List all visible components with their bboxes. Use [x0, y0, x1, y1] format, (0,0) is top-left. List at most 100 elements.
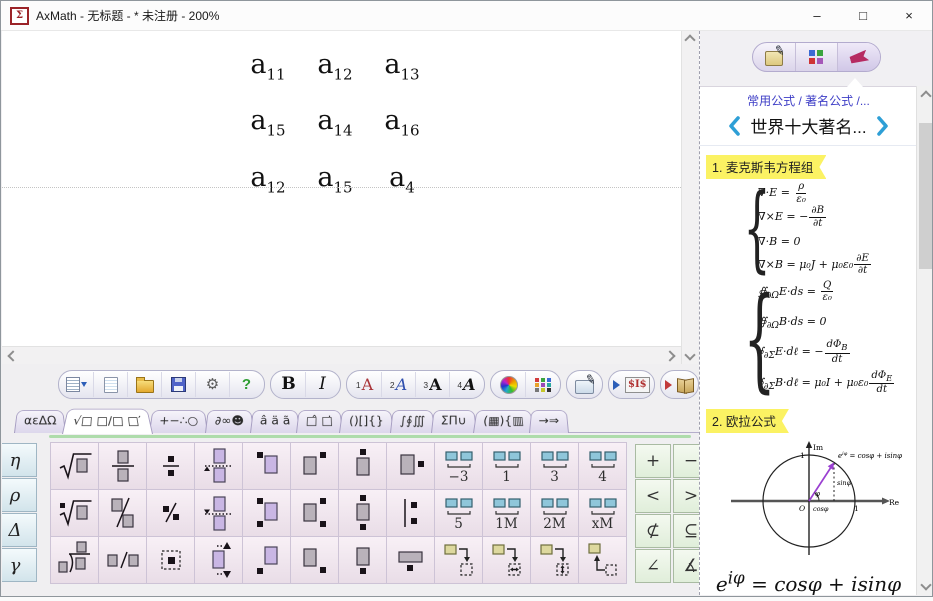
symbol-not-subset[interactable]: ⊄ [635, 514, 671, 548]
save-button[interactable] [162, 372, 196, 397]
tab-arrows[interactable]: →⇒ [529, 410, 569, 433]
tab-integrals[interactable]: ∫∮∭ [390, 410, 435, 433]
matrix-cell[interactable]: a14 [313, 105, 357, 146]
tab-big-operators[interactable]: ΣΠ∪ [431, 410, 477, 433]
maxwell-differential-equations[interactable]: {∇·E = ρε₀∇×E = −∂B∂t∇·B = 0∇×B = μ₀J + … [744, 181, 917, 277]
canvas-horizontal-scrollbar[interactable] [2, 346, 681, 364]
italic-button[interactable]: I [306, 372, 339, 397]
prev-collection-button[interactable] [728, 116, 741, 136]
tab-accents[interactable]: â ä ã [250, 410, 300, 433]
palette-cell-stack-below[interactable] [194, 489, 243, 537]
palette-cell-ref-hfit[interactable] [482, 536, 531, 584]
palette-cell-sqrt[interactable] [50, 442, 99, 490]
maxwell-integral-equations[interactable]: {∯∂ΩE·ds = Qε₀∯∂ΩB·ds = 0∮∂ΣE·dℓ = −dΦBd… [744, 279, 917, 400]
panel-scroll-down-icon[interactable] [920, 579, 931, 590]
palette-cell-spacing-1M[interactable]: 1M [482, 489, 531, 537]
palette-cell-small-vertical-fraction[interactable] [146, 442, 195, 490]
palette-cell-ref-vfit[interactable] [530, 536, 579, 584]
panel-scrollbar[interactable] [916, 86, 933, 595]
palette-cell-postscript-supsub[interactable] [290, 489, 339, 537]
palette-cell-spacing-5[interactable]: 5 [434, 489, 483, 537]
matrix-cell[interactable]: a15 [313, 162, 357, 203]
symbol-greater-than[interactable]: > [673, 479, 699, 513]
palette-cell-sidescript[interactable] [386, 442, 435, 490]
palette-cell-long-division[interactable] [50, 536, 99, 584]
symbol-angle[interactable]: ∠ [635, 549, 671, 583]
symbol-plus[interactable]: + [635, 444, 671, 478]
next-collection-button[interactable] [876, 116, 889, 136]
symbol-subset-equal[interactable]: ⊆ [673, 514, 699, 548]
tab-calculus[interactable]: ∂∞☻ [205, 410, 254, 433]
palette-cell-slanted-fraction[interactable] [98, 489, 147, 537]
palette-cell-inline-division[interactable] [98, 536, 147, 584]
quick-symbol-delta[interactable]: Δ [2, 513, 37, 547]
palette-cell-spacing-4[interactable]: 4 [578, 442, 627, 490]
matrix-cell[interactable]: a16 [380, 105, 424, 146]
main-menu-button[interactable] [60, 372, 94, 397]
tex-input-button[interactable]: $I$ [610, 372, 653, 397]
quick-symbol-rho[interactable]: ρ [2, 478, 37, 512]
font-style-3-button[interactable]: 3A [416, 372, 450, 397]
palette-cell-size-adjust[interactable] [146, 536, 195, 584]
panel-scroll-up-icon[interactable] [920, 90, 931, 101]
palette-cell-spacing-xM[interactable]: xM [578, 489, 627, 537]
close-button[interactable]: × [886, 1, 932, 30]
settings-button[interactable]: ⚙ [196, 372, 230, 397]
famous-formulas-tab[interactable] [838, 43, 880, 71]
matrix-cell[interactable]: a13 [380, 49, 424, 90]
palette-cell-stack-above[interactable] [194, 442, 243, 490]
palette-cell-nth-root[interactable] [50, 489, 99, 537]
palette-cell-small-slanted-fraction[interactable] [146, 489, 195, 537]
color-wheel-button[interactable] [492, 372, 526, 397]
tab-decorations[interactable]: □̂ □̇ [296, 410, 343, 433]
palette-cell-ref-copy[interactable] [434, 536, 483, 584]
bold-button[interactable]: B [272, 372, 306, 397]
palette-cell-spacing-3[interactable]: 3 [530, 442, 579, 490]
palette-cell-ref-return[interactable] [578, 536, 627, 584]
breadcrumb[interactable]: 常用公式 / 著名公式 /... [700, 92, 917, 109]
palette-cell-prescript-sub[interactable] [242, 536, 291, 584]
matrix-cell[interactable]: a15 [246, 105, 290, 146]
palette-cell-prescript-sup[interactable] [242, 442, 291, 490]
quick-symbol-eta[interactable]: η [2, 443, 37, 477]
tab-matrices[interactable]: (▦){▥ [473, 410, 534, 433]
handwrite-pad-button[interactable]: ✎ [568, 372, 601, 397]
help-button[interactable]: ? [230, 372, 263, 397]
matrix-cell[interactable]: a12 [313, 49, 357, 90]
palette-cell-spacing-2M[interactable]: 2M [530, 489, 579, 537]
new-document-button[interactable] [94, 372, 128, 397]
palette-cell-postscript-sub[interactable] [290, 536, 339, 584]
tab-greek[interactable]: αεΔΩ [14, 410, 66, 433]
scroll-right-icon[interactable] [664, 350, 675, 361]
open-button[interactable] [128, 372, 162, 397]
font-style-2-button[interactable]: 2A [382, 372, 416, 397]
matrix-cell[interactable]: a11 [246, 49, 290, 90]
palette-cell-vertical-fraction[interactable] [98, 442, 147, 490]
scroll-down-icon[interactable] [684, 349, 695, 360]
palette-cell-overscript[interactable] [338, 442, 387, 490]
palette-cell-spacing-−3[interactable]: −3 [434, 442, 483, 490]
handwrite-tab[interactable]: ✎ [753, 43, 796, 71]
symbol-minus[interactable]: − [673, 444, 699, 478]
matrix-cell[interactable]: a12 [246, 162, 290, 203]
palette-cell-postscript-sup[interactable] [290, 442, 339, 490]
symbol-library-tab[interactable] [796, 43, 839, 71]
tab-brackets[interactable]: ()[]{} [339, 410, 394, 433]
palette-cell-over-under-script[interactable] [338, 489, 387, 537]
symbol-less-than[interactable]: < [635, 479, 671, 513]
palette-cell-prescript-supsub[interactable] [242, 489, 291, 537]
formula-library-button[interactable] [662, 372, 697, 397]
color-palette-button[interactable] [526, 372, 559, 397]
matrix-cell[interactable]: a4 [380, 162, 424, 203]
minimize-button[interactable]: – [794, 1, 840, 30]
symbol-measured-angle[interactable]: ∡ [673, 549, 699, 583]
palette-cell-evaluation-bar[interactable] [386, 489, 435, 537]
palette-cell-stack-move[interactable] [194, 536, 243, 584]
quick-symbol-gamma[interactable]: γ [2, 548, 37, 582]
euler-formula[interactable]: eiφ = cosφ + isinφ [700, 568, 917, 595]
font-style-4-button[interactable]: 4A [450, 372, 483, 397]
font-style-1-button[interactable]: 1A [348, 372, 382, 397]
equation-canvas[interactable]: a11 a12 a13 a15 a14 a16 a12 a15 a4 [2, 31, 681, 346]
scroll-left-icon[interactable] [7, 350, 18, 361]
palette-cell-wide-underscript[interactable] [386, 536, 435, 584]
